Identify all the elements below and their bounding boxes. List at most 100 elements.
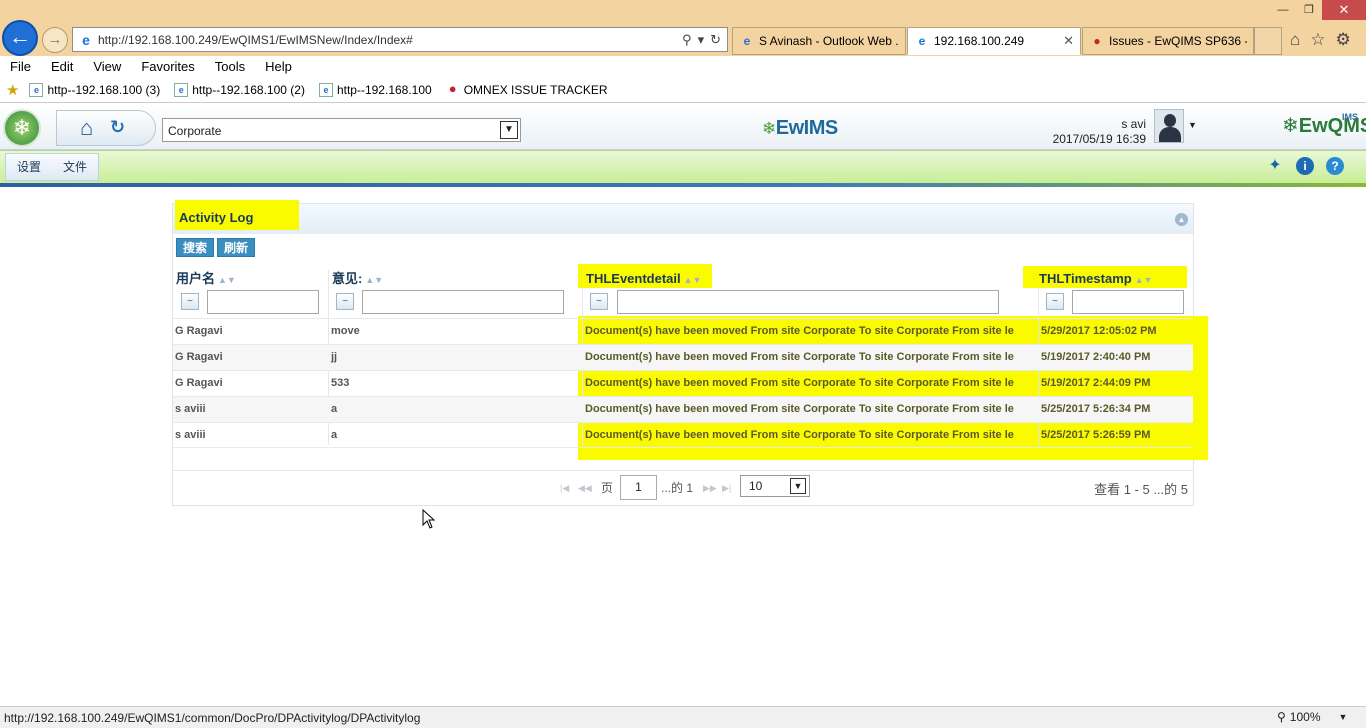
refresh-page-icon[interactable]: ↻ bbox=[710, 32, 721, 48]
search-button[interactable]: 搜索 bbox=[176, 238, 215, 257]
nav-icons: ✦ i ? bbox=[1266, 157, 1344, 175]
header-stripe bbox=[0, 183, 1366, 187]
chevron-down-icon[interactable]: ▼ bbox=[1339, 712, 1348, 722]
cell-user: G Ragavi bbox=[175, 377, 223, 389]
cell-event: Document(s) have been moved From site Co… bbox=[585, 429, 1014, 441]
filter-input-comment[interactable] bbox=[362, 290, 564, 314]
filter-input-timestamp[interactable] bbox=[1072, 290, 1184, 314]
table-row[interactable]: s aviii a Document(s) have been moved Fr… bbox=[173, 396, 1193, 422]
favorite-link-4[interactable]: ● OMNEX ISSUE TRACKER bbox=[446, 82, 608, 97]
column-header-comment[interactable]: 意见: ▲▼ bbox=[329, 270, 383, 288]
filter-input-user[interactable] bbox=[207, 290, 319, 314]
site-select-value: Corporate bbox=[168, 124, 222, 138]
first-page-icon[interactable]: |◀ bbox=[560, 483, 569, 494]
favorites-add-icon[interactable]: ★ bbox=[6, 81, 19, 99]
next-page-icon[interactable]: ▶▶ bbox=[703, 483, 717, 494]
cell-event: Document(s) have been moved From site Co… bbox=[585, 377, 1014, 389]
ie-favorite-icon: e bbox=[318, 83, 333, 97]
cell-event: Document(s) have been moved From site Co… bbox=[585, 325, 1014, 337]
menu-edit[interactable]: Edit bbox=[51, 59, 73, 74]
prev-page-icon[interactable]: ◀◀ bbox=[578, 483, 592, 494]
chevron-down-icon[interactable]: ▼ bbox=[500, 121, 518, 139]
favorite-label: http--192.168.100 (3) bbox=[47, 83, 161, 97]
collapse-icon[interactable]: ▲ bbox=[1175, 213, 1188, 226]
table-row[interactable]: G Ragavi jj Document(s) have been moved … bbox=[173, 344, 1193, 370]
forward-button[interactable]: → bbox=[42, 27, 68, 53]
app-logo-icon[interactable]: ❄ bbox=[3, 109, 41, 147]
home-icon[interactable]: ⌂ bbox=[80, 115, 93, 141]
favorite-label: http--192.168.100 bbox=[336, 83, 432, 97]
table-row[interactable]: G Ragavi move Document(s) have been move… bbox=[173, 318, 1193, 344]
settings-gear-icon[interactable]: ⚙ bbox=[1336, 30, 1351, 50]
panel-actions: 搜索 刷新 bbox=[176, 238, 256, 257]
filter-operator-timestamp[interactable]: ~ bbox=[1046, 293, 1064, 310]
right-logo-superscript: IMS bbox=[1342, 112, 1359, 122]
favorite-link-3[interactable]: e http--192.168.100 bbox=[318, 83, 432, 97]
chevron-down-icon[interactable]: ▼ bbox=[790, 478, 806, 494]
address-bar[interactable]: e http://192.168.100.249/EwQIMS1/EwIMSNe… bbox=[72, 27, 728, 52]
filter-operator-comment[interactable]: ~ bbox=[336, 293, 354, 310]
menu-file[interactable]: File bbox=[10, 59, 31, 74]
pin-icon[interactable]: ✦ bbox=[1266, 157, 1284, 175]
cell-event: Document(s) have been moved From site Co… bbox=[585, 351, 1014, 363]
nav-item-settings[interactable]: 设置 bbox=[6, 154, 52, 180]
filter-operator-event[interactable]: ~ bbox=[590, 293, 608, 310]
close-window-icon[interactable]: ✕ bbox=[1322, 0, 1366, 20]
dropdown-arrow-icon[interactable]: ▾ bbox=[698, 32, 705, 48]
cell-timestamp: 5/25/2017 5:26:34 PM bbox=[1041, 403, 1151, 415]
filter-input-event[interactable] bbox=[617, 290, 999, 314]
sort-icon: ▲▼ bbox=[1134, 275, 1153, 285]
tab-label: Issues - EwQIMS SP636 - ... bbox=[1109, 34, 1247, 48]
page-input[interactable]: 1 bbox=[620, 475, 657, 500]
page-size-select[interactable]: 10 ▼ bbox=[740, 475, 810, 497]
menu-help[interactable]: Help bbox=[265, 59, 292, 74]
minimize-icon[interactable]: — bbox=[1270, 0, 1296, 20]
tab-outlook[interactable]: e S Avinash - Outlook Web ... bbox=[732, 27, 906, 55]
avatar-body bbox=[1159, 127, 1181, 142]
address-url[interactable]: http://192.168.100.249/EwQIMS1/EwIMSNew/… bbox=[98, 33, 682, 47]
tab-issues[interactable]: ● Issues - EwQIMS SP636 - ... bbox=[1082, 27, 1254, 55]
nav-item-documents[interactable]: 文件 bbox=[52, 154, 98, 180]
site-select[interactable]: Corporate ▼ bbox=[162, 118, 521, 142]
cell-comment: 533 bbox=[331, 377, 350, 389]
page-total: ...的 1 bbox=[661, 481, 694, 495]
app-header: ❄ ⌂ ↻ Corporate ▼ ❄EwIMS s avi 2017/05/1… bbox=[0, 105, 1366, 150]
avatar[interactable] bbox=[1154, 109, 1184, 143]
user-menu-caret-icon[interactable]: ▼ bbox=[1188, 120, 1197, 130]
help-icon[interactable]: ? bbox=[1326, 157, 1344, 175]
menu-tools[interactable]: Tools bbox=[215, 59, 245, 74]
menu-bar: File Edit View Favorites Tools Help bbox=[0, 56, 1366, 77]
favorite-link-1[interactable]: e http--192.168.100 (3) bbox=[29, 83, 160, 97]
column-header-user[interactable]: 用户名 ▲▼ bbox=[173, 270, 236, 288]
new-tab-button[interactable] bbox=[1254, 27, 1282, 55]
main-nav: 设置 文件 ✦ i ? bbox=[0, 150, 1366, 183]
refresh-icon[interactable]: ↻ bbox=[110, 117, 125, 138]
favorite-link-2[interactable]: e http--192.168.100 (2) bbox=[174, 83, 305, 97]
refresh-button[interactable]: 刷新 bbox=[217, 238, 256, 257]
user-datetime: 2017/05/19 16:39 bbox=[1052, 132, 1146, 146]
home-browser-icon[interactable]: ⌂ bbox=[1290, 30, 1300, 50]
window-controls: — ❐ ✕ bbox=[1270, 0, 1366, 20]
table-row[interactable]: G Ragavi 533 Document(s) have been moved… bbox=[173, 370, 1193, 396]
menu-favorites[interactable]: Favorites bbox=[141, 59, 194, 74]
menu-view[interactable]: View bbox=[93, 59, 121, 74]
search-icon[interactable]: ⚲ bbox=[682, 32, 692, 48]
favorites-star-icon[interactable]: ☆ bbox=[1310, 30, 1325, 50]
cell-user: G Ragavi bbox=[175, 351, 223, 363]
filter-operator-user[interactable]: ~ bbox=[181, 293, 199, 310]
last-page-icon[interactable]: ▶| bbox=[722, 483, 731, 494]
column-header-timestamp[interactable]: THLTimestamp ▲▼ bbox=[1023, 266, 1187, 288]
center-logo-text: EwIMS bbox=[775, 117, 838, 139]
column-header-event[interactable]: THLEventdetail ▲▼ bbox=[578, 264, 712, 288]
table-row[interactable]: s aviii a Document(s) have been moved Fr… bbox=[173, 422, 1193, 448]
close-tab-icon[interactable]: ✕ bbox=[1063, 33, 1074, 49]
back-button[interactable]: ← bbox=[2, 20, 38, 56]
zoom-control[interactable]: ⚲ 100% ▼ bbox=[1277, 710, 1347, 724]
info-icon[interactable]: i bbox=[1296, 157, 1314, 175]
favorite-label: OMNEX ISSUE TRACKER bbox=[463, 83, 608, 97]
zoom-icon: ⚲ bbox=[1277, 710, 1286, 724]
zoom-value: 100% bbox=[1289, 710, 1321, 724]
favorite-label: http--192.168.100 (2) bbox=[192, 83, 305, 97]
maximize-icon[interactable]: ❐ bbox=[1296, 0, 1322, 20]
tab-app[interactable]: e 192.168.100.249 ✕ bbox=[907, 27, 1081, 55]
